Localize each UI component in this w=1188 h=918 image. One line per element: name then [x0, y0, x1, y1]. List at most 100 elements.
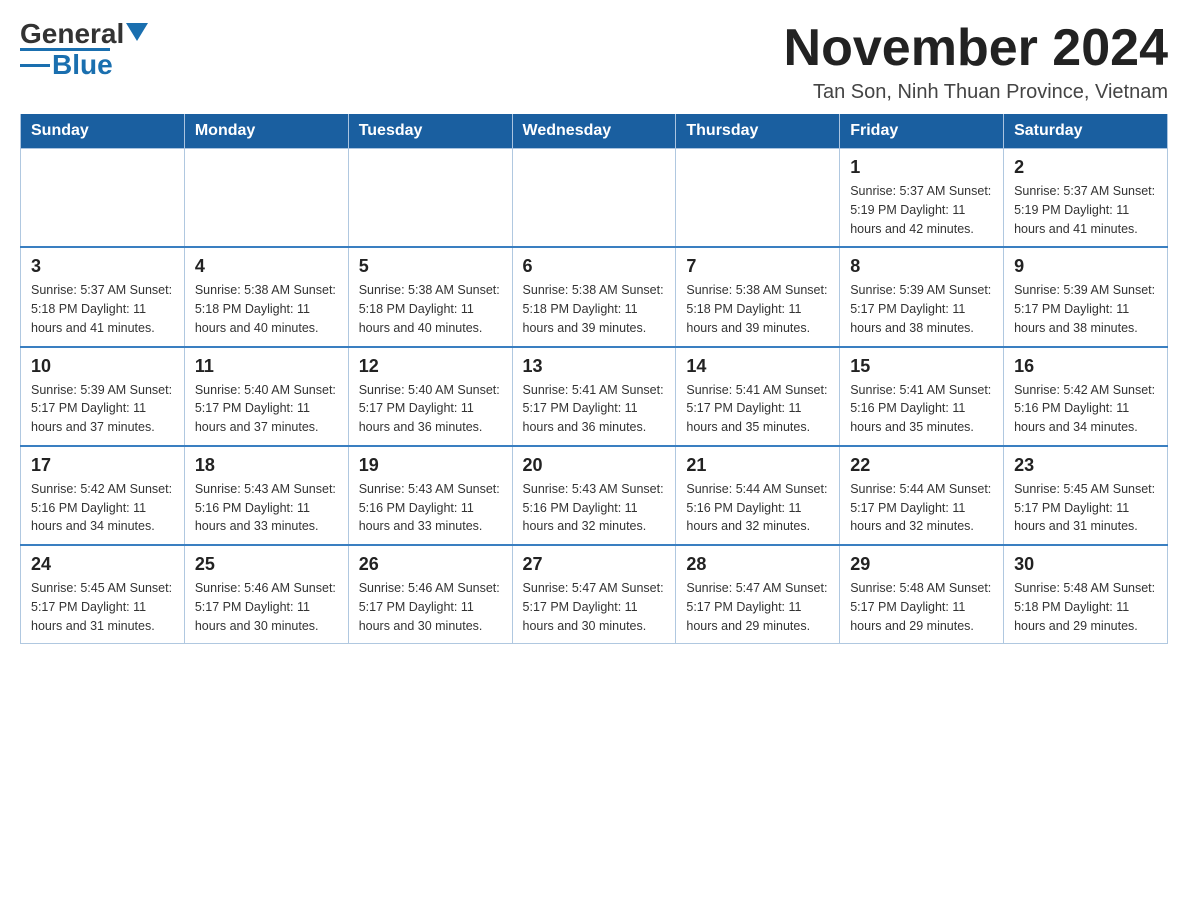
- column-header-sunday: Sunday: [21, 114, 185, 149]
- column-header-monday: Monday: [184, 114, 348, 149]
- calendar-cell: 15 Sunrise: 5:41 AM Sunset: 5:16 PM Dayli…: [840, 347, 1004, 446]
- day-info: Sunrise: 5:41 AM Sunset: 5:17 PM Dayligh…: [686, 381, 829, 437]
- day-number: 9: [1014, 256, 1157, 277]
- calendar-cell: 22Sunrise: 5:44 AM Sunset: 5:17 PM Dayli…: [840, 446, 1004, 545]
- day-number: 24: [31, 554, 174, 575]
- column-header-saturday: Saturday: [1004, 114, 1168, 149]
- calendar-cell: 4Sunrise: 5:38 AM Sunset: 5:18 PM Daylig…: [184, 247, 348, 346]
- column-header-tuesday: Tuesday: [348, 114, 512, 149]
- calendar-week-row: 10 Sunrise: 5:39 AM Sunset: 5:17 PM Dayli…: [21, 347, 1168, 446]
- day-number: 26: [359, 554, 502, 575]
- day-number: 8: [850, 256, 993, 277]
- day-number: 20: [523, 455, 666, 476]
- calendar-cell: [21, 149, 185, 248]
- logo-general-text: General: [20, 20, 124, 48]
- calendar-cell: 9Sunrise: 5:39 AM Sunset: 5:17 PM Daylig…: [1004, 247, 1168, 346]
- day-info: Sunrise: 5:45 AM Sunset: 5:17 PM Dayligh…: [31, 579, 174, 635]
- calendar-cell: [348, 149, 512, 248]
- logo-blue-text: Blue: [52, 51, 113, 79]
- calendar-cell: 5 Sunrise: 5:38 AM Sunset: 5:18 PM Daylig…: [348, 247, 512, 346]
- day-number: 15: [850, 356, 993, 377]
- day-number: 21: [686, 455, 829, 476]
- calendar-cell: 3 Sunrise: 5:37 AM Sunset: 5:18 PM Daylig…: [21, 247, 185, 346]
- calendar-week-row: 24 Sunrise: 5:45 AM Sunset: 5:17 PM Dayli…: [21, 545, 1168, 644]
- column-header-wednesday: Wednesday: [512, 114, 676, 149]
- calendar-cell: 18Sunrise: 5:43 AM Sunset: 5:16 PM Dayli…: [184, 446, 348, 545]
- day-info: Sunrise: 5:38 AM Sunset: 5:18 PM Dayligh…: [686, 281, 829, 337]
- day-number: 14: [686, 356, 829, 377]
- calendar-week-row: 1 Sunrise: 5:37 AM Sunset: 5:19 PM Daylig…: [21, 149, 1168, 248]
- day-number: 25: [195, 554, 338, 575]
- day-number: 5: [359, 256, 502, 277]
- day-number: 3: [31, 256, 174, 277]
- calendar-cell: 2Sunrise: 5:37 AM Sunset: 5:19 PM Daylig…: [1004, 149, 1168, 248]
- calendar-week-row: 3 Sunrise: 5:37 AM Sunset: 5:18 PM Daylig…: [21, 247, 1168, 346]
- day-info: Sunrise: 5:40 AM Sunset: 5:17 PM Dayligh…: [359, 381, 502, 437]
- calendar-cell: 6Sunrise: 5:38 AM Sunset: 5:18 PM Daylig…: [512, 247, 676, 346]
- day-number: 7: [686, 256, 829, 277]
- day-number: 13: [523, 356, 666, 377]
- logo: General Blue: [20, 20, 148, 79]
- day-info: Sunrise: 5:37 AM Sunset: 5:19 PM Dayligh…: [850, 182, 993, 238]
- calendar-cell: 23 Sunrise: 5:45 AM Sunset: 5:17 PM Dayli…: [1004, 446, 1168, 545]
- day-number: 1: [850, 157, 993, 178]
- logo-triangle-icon: [126, 23, 148, 41]
- calendar-cell: 17 Sunrise: 5:42 AM Sunset: 5:16 PM Dayli…: [21, 446, 185, 545]
- calendar-cell: 14 Sunrise: 5:41 AM Sunset: 5:17 PM Dayli…: [676, 347, 840, 446]
- day-info: Sunrise: 5:41 AM Sunset: 5:17 PM Dayligh…: [523, 381, 666, 437]
- day-info: Sunrise: 5:46 AM Sunset: 5:17 PM Dayligh…: [195, 579, 338, 635]
- day-info: Sunrise: 5:41 AM Sunset: 5:16 PM Dayligh…: [850, 381, 993, 437]
- day-number: 6: [523, 256, 666, 277]
- day-number: 19: [359, 455, 502, 476]
- day-number: 28: [686, 554, 829, 575]
- day-info: Sunrise: 5:43 AM Sunset: 5:16 PM Dayligh…: [523, 480, 666, 536]
- day-number: 11: [195, 356, 338, 377]
- calendar-cell: 13 Sunrise: 5:41 AM Sunset: 5:17 PM Dayli…: [512, 347, 676, 446]
- day-number: 29: [850, 554, 993, 575]
- calendar-cell: [676, 149, 840, 248]
- day-number: 27: [523, 554, 666, 575]
- day-info: Sunrise: 5:42 AM Sunset: 5:16 PM Dayligh…: [1014, 381, 1157, 437]
- day-info: Sunrise: 5:39 AM Sunset: 5:17 PM Dayligh…: [31, 381, 174, 437]
- day-info: Sunrise: 5:45 AM Sunset: 5:17 PM Dayligh…: [1014, 480, 1157, 536]
- day-info: Sunrise: 5:42 AM Sunset: 5:16 PM Dayligh…: [31, 480, 174, 536]
- calendar-cell: 12 Sunrise: 5:40 AM Sunset: 5:17 PM Dayli…: [348, 347, 512, 446]
- column-header-thursday: Thursday: [676, 114, 840, 149]
- calendar-cell: 21 Sunrise: 5:44 AM Sunset: 5:16 PM Dayli…: [676, 446, 840, 545]
- calendar-cell: 24 Sunrise: 5:45 AM Sunset: 5:17 PM Dayli…: [21, 545, 185, 644]
- calendar-cell: 7 Sunrise: 5:38 AM Sunset: 5:18 PM Daylig…: [676, 247, 840, 346]
- calendar-header-row: SundayMondayTuesdayWednesdayThursdayFrid…: [21, 114, 1168, 149]
- calendar-cell: 16 Sunrise: 5:42 AM Sunset: 5:16 PM Dayli…: [1004, 347, 1168, 446]
- column-header-friday: Friday: [840, 114, 1004, 149]
- calendar-cell: 19 Sunrise: 5:43 AM Sunset: 5:16 PM Dayli…: [348, 446, 512, 545]
- day-info: Sunrise: 5:39 AM Sunset: 5:17 PM Dayligh…: [850, 281, 993, 337]
- day-info: Sunrise: 5:43 AM Sunset: 5:16 PM Dayligh…: [195, 480, 338, 536]
- calendar-cell: 1 Sunrise: 5:37 AM Sunset: 5:19 PM Daylig…: [840, 149, 1004, 248]
- day-info: Sunrise: 5:38 AM Sunset: 5:18 PM Dayligh…: [195, 281, 338, 337]
- day-info: Sunrise: 5:38 AM Sunset: 5:18 PM Dayligh…: [359, 281, 502, 337]
- title-area: November 2024 Tan Son, Ninh Thuan Provin…: [784, 20, 1168, 104]
- day-number: 10: [31, 356, 174, 377]
- day-info: Sunrise: 5:48 AM Sunset: 5:17 PM Dayligh…: [850, 579, 993, 635]
- calendar-cell: 27 Sunrise: 5:47 AM Sunset: 5:17 PM Dayli…: [512, 545, 676, 644]
- calendar-cell: 29 Sunrise: 5:48 AM Sunset: 5:17 PM Dayli…: [840, 545, 1004, 644]
- day-number: 17: [31, 455, 174, 476]
- calendar-cell: 8 Sunrise: 5:39 AM Sunset: 5:17 PM Daylig…: [840, 247, 1004, 346]
- day-info: Sunrise: 5:43 AM Sunset: 5:16 PM Dayligh…: [359, 480, 502, 536]
- calendar-cell: 20 Sunrise: 5:43 AM Sunset: 5:16 PM Dayli…: [512, 446, 676, 545]
- day-info: Sunrise: 5:44 AM Sunset: 5:17 PM Dayligh…: [850, 480, 993, 536]
- day-number: 16: [1014, 356, 1157, 377]
- day-number: 23: [1014, 455, 1157, 476]
- day-info: Sunrise: 5:47 AM Sunset: 5:17 PM Dayligh…: [523, 579, 666, 635]
- calendar-cell: 10 Sunrise: 5:39 AM Sunset: 5:17 PM Dayli…: [21, 347, 185, 446]
- day-info: Sunrise: 5:48 AM Sunset: 5:18 PM Dayligh…: [1014, 579, 1157, 635]
- calendar-cell: [512, 149, 676, 248]
- calendar-cell: 26Sunrise: 5:46 AM Sunset: 5:17 PM Dayli…: [348, 545, 512, 644]
- day-info: Sunrise: 5:37 AM Sunset: 5:18 PM Dayligh…: [31, 281, 174, 337]
- month-title: November 2024: [784, 20, 1168, 77]
- day-info: Sunrise: 5:44 AM Sunset: 5:16 PM Dayligh…: [686, 480, 829, 536]
- page-header: General Blue November 2024 Tan Son, Ninh…: [20, 20, 1168, 104]
- day-number: 12: [359, 356, 502, 377]
- day-info: Sunrise: 5:37 AM Sunset: 5:19 PM Dayligh…: [1014, 182, 1157, 238]
- day-info: Sunrise: 5:40 AM Sunset: 5:17 PM Dayligh…: [195, 381, 338, 437]
